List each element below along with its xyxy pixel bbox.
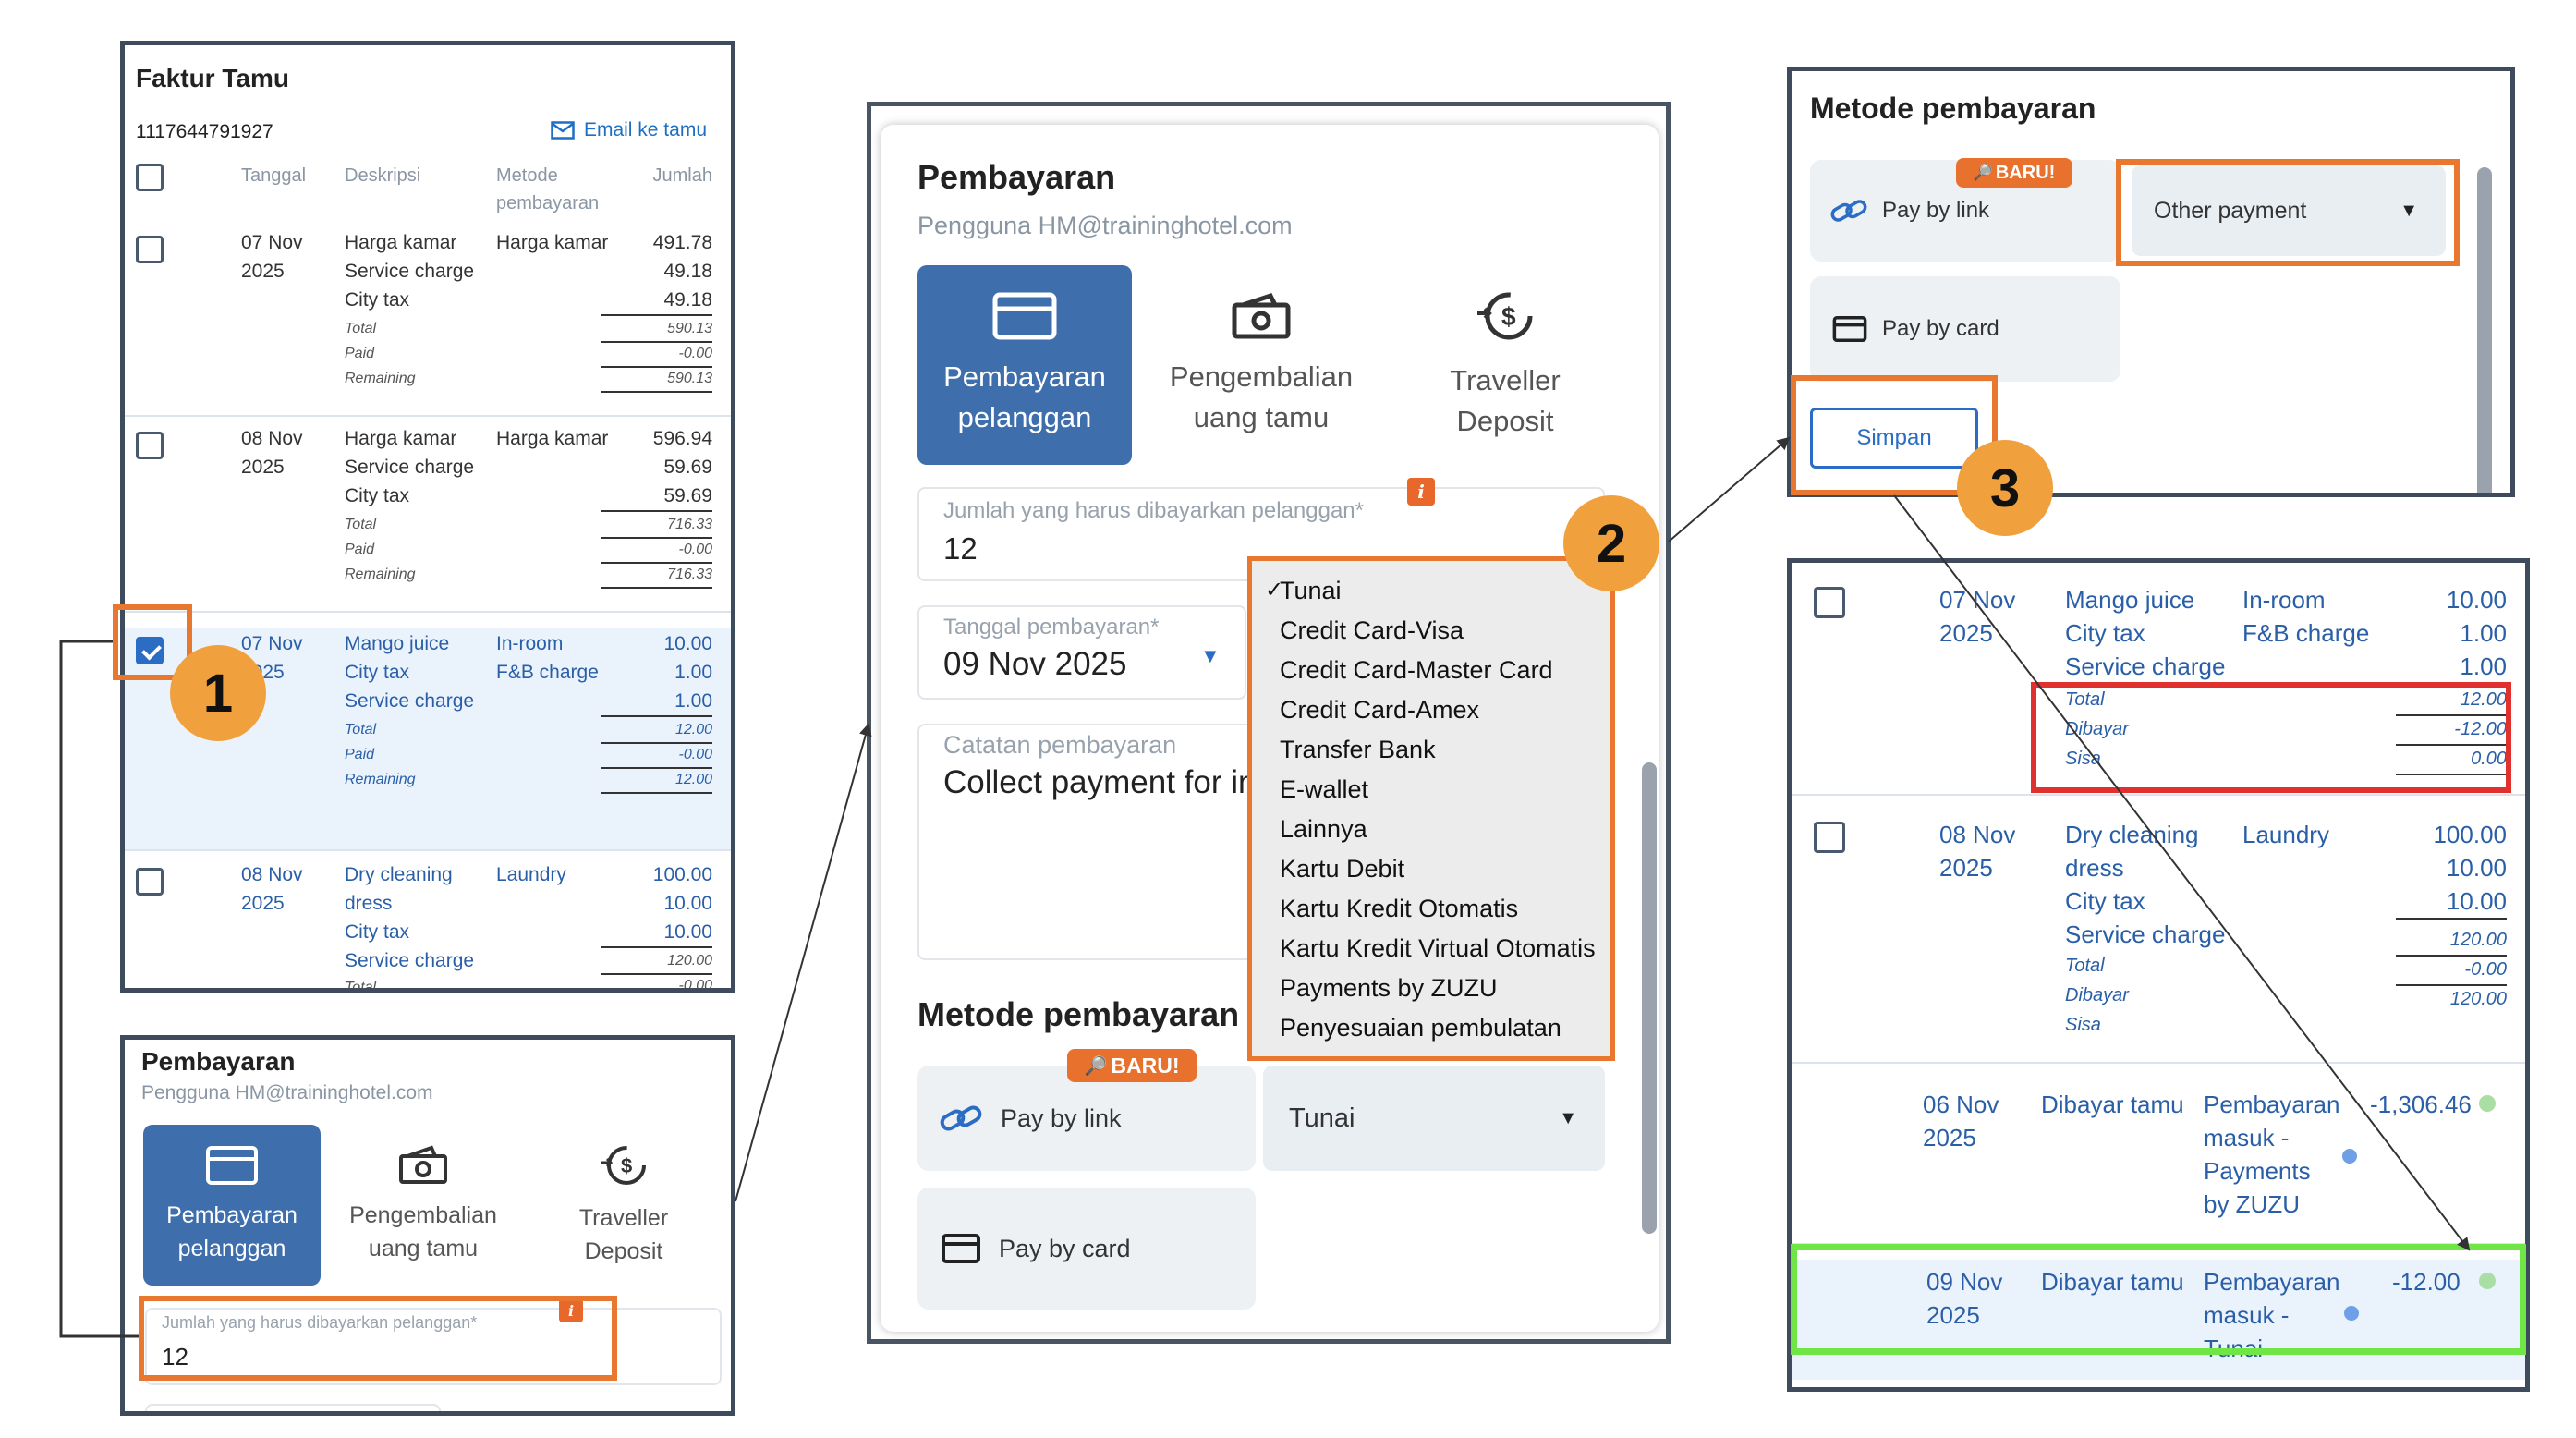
connector-2: [735, 723, 872, 1202]
step-marker-1: 1: [170, 645, 266, 741]
step-marker-2: 2: [1563, 495, 1659, 591]
step-marker-3: 3: [1957, 440, 2053, 536]
connector-lines: [59, 436, 2471, 1338]
connector-1: [59, 640, 139, 1338]
connector-4: [1893, 494, 2471, 1251]
connector-3: [1668, 436, 1791, 542]
